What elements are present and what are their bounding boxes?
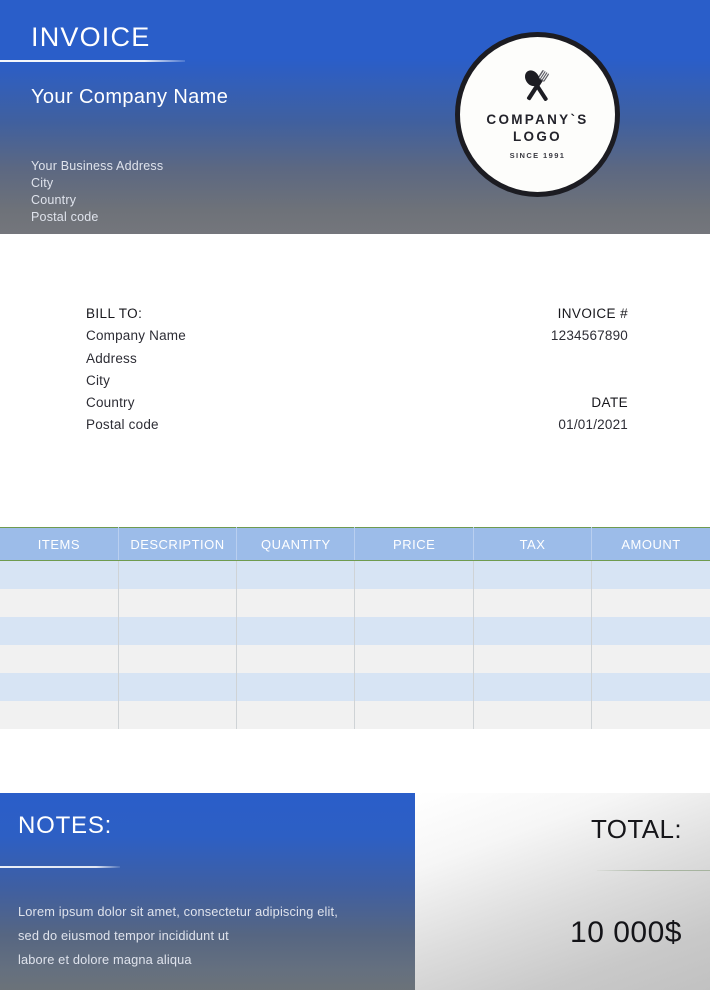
invoice-date-label: DATE — [591, 394, 628, 410]
table-cell-quantity[interactable] — [236, 673, 356, 701]
table-column-header-price: PRICE — [354, 527, 474, 561]
table-cell-description[interactable] — [117, 673, 238, 701]
table-cell-amount[interactable] — [591, 673, 710, 701]
bill-to-block: BILL TO: Company Name Address City Count… — [86, 303, 186, 437]
table-cell-tax[interactable] — [472, 617, 593, 645]
table-cell-price[interactable] — [354, 617, 474, 645]
company-address-line4: Postal code — [31, 210, 99, 224]
bill-to-country: Country — [86, 395, 135, 411]
logo-name: COMPANY`S LOGO — [486, 111, 588, 145]
notes-divider — [0, 866, 120, 868]
table-cell-description[interactable] — [117, 617, 238, 645]
table-column-header-quantity: QUANTITY — [236, 527, 356, 561]
table-cell-items[interactable] — [0, 560, 119, 589]
table-cell-description[interactable] — [117, 701, 238, 729]
company-address: Your Business Address City Country Posta… — [31, 158, 163, 226]
table-cell-price[interactable] — [354, 701, 474, 729]
table-cell-quantity[interactable] — [236, 560, 356, 589]
table-row[interactable] — [0, 560, 710, 589]
total-amount: 10 000$ — [570, 916, 682, 949]
table-cell-items[interactable] — [0, 589, 119, 617]
table-cell-items[interactable] — [0, 645, 119, 673]
invoice-page: INVOICE Your Company Name Your Business … — [0, 0, 710, 990]
table-body — [0, 560, 710, 729]
table-column-header-tax: TAX — [472, 527, 593, 561]
table-cell-tax[interactable] — [472, 645, 593, 673]
table-cell-items[interactable] — [0, 701, 119, 729]
table-cell-amount[interactable] — [591, 589, 710, 617]
table-cell-quantity[interactable] — [236, 701, 356, 729]
notes-panel: NOTES: Lorem ipsum dolor sit amet, conse… — [0, 793, 415, 990]
table-cell-description[interactable] — [117, 560, 238, 589]
logo-name-line1: COMPANY`S — [486, 112, 589, 127]
table-cell-amount[interactable] — [591, 701, 710, 729]
notes-line3: labore et dolore magna aliqua — [18, 952, 192, 967]
bill-to-postal-code: Postal code — [86, 417, 159, 433]
table-row[interactable] — [0, 617, 710, 645]
table-cell-tax[interactable] — [472, 701, 593, 729]
invoice-number-label: INVOICE # — [557, 306, 628, 321]
table-cell-description[interactable] — [117, 645, 238, 673]
company-name: Your Company Name — [31, 86, 229, 108]
table-cell-quantity[interactable] — [236, 645, 356, 673]
total-divider — [597, 870, 710, 871]
table-cell-amount[interactable] — [591, 645, 710, 673]
table-cell-quantity[interactable] — [236, 589, 356, 617]
bill-to-label: BILL TO: — [86, 306, 143, 321]
bill-to-company: Company Name — [86, 328, 186, 344]
crossed-fork-and-spoon-icon — [524, 70, 549, 101]
title-divider — [0, 60, 185, 62]
table-cell-tax[interactable] — [472, 560, 593, 589]
bill-to-city: City — [86, 372, 111, 388]
table-cell-items[interactable] — [0, 617, 119, 645]
table-cell-price[interactable] — [354, 589, 474, 617]
invoice-meta-block: INVOICE # 1234567890 DATE 01/01/2021 — [551, 303, 628, 436]
page-title: INVOICE — [31, 22, 151, 52]
company-logo: COMPANY`S LOGO SINCE 1991 — [455, 32, 620, 197]
notes-line2: sed do eiusmod tempor incididunt ut — [18, 928, 229, 943]
invoice-date-value: 01/01/2021 — [558, 416, 628, 432]
table-cell-price[interactable] — [354, 673, 474, 701]
table-column-header-amount: AMOUNT — [591, 527, 710, 561]
total-panel: TOTAL: 10 000$ — [415, 793, 710, 990]
bill-to-address: Address — [86, 350, 137, 366]
meta-spacer — [551, 348, 628, 392]
logo-since: SINCE 1991 — [509, 151, 566, 160]
table-cell-amount[interactable] — [591, 560, 710, 589]
table-cell-description[interactable] — [117, 589, 238, 617]
invoice-header: INVOICE Your Company Name Your Business … — [0, 0, 710, 234]
table-column-header-description: DESCRIPTION — [117, 527, 238, 561]
company-address-line3: Country — [31, 193, 77, 207]
table-cell-price[interactable] — [354, 645, 474, 673]
table-row[interactable] — [0, 673, 710, 701]
table-header-row: ITEMS DESCRIPTION QUANTITY PRICE TAX AMOUNT — [0, 527, 710, 561]
table-cell-tax[interactable] — [472, 589, 593, 617]
notes-title: NOTES: — [18, 812, 113, 839]
invoice-number-value: 1234567890 — [550, 328, 628, 344]
total-label: TOTAL: — [590, 814, 682, 844]
table-cell-amount[interactable] — [591, 617, 710, 645]
table-row[interactable] — [0, 701, 710, 729]
table-row[interactable] — [0, 645, 710, 673]
table-cell-quantity[interactable] — [236, 617, 356, 645]
notes-line1: Lorem ipsum dolor sit amet, consectetur … — [18, 904, 338, 919]
table-row[interactable] — [0, 589, 710, 617]
table-column-header-items: ITEMS — [0, 527, 119, 561]
notes-body: Lorem ipsum dolor sit amet, consectetur … — [18, 900, 398, 972]
line-items-table: ITEMS DESCRIPTION QUANTITY PRICE TAX AMOUNT — [0, 527, 710, 729]
table-cell-items[interactable] — [0, 673, 119, 701]
company-address-line2: City — [31, 176, 54, 190]
logo-name-line2: LOGO — [513, 129, 562, 144]
table-cell-tax[interactable] — [472, 673, 593, 701]
table-cell-price[interactable] — [354, 560, 474, 589]
company-address-line1: Your Business Address — [31, 159, 164, 173]
